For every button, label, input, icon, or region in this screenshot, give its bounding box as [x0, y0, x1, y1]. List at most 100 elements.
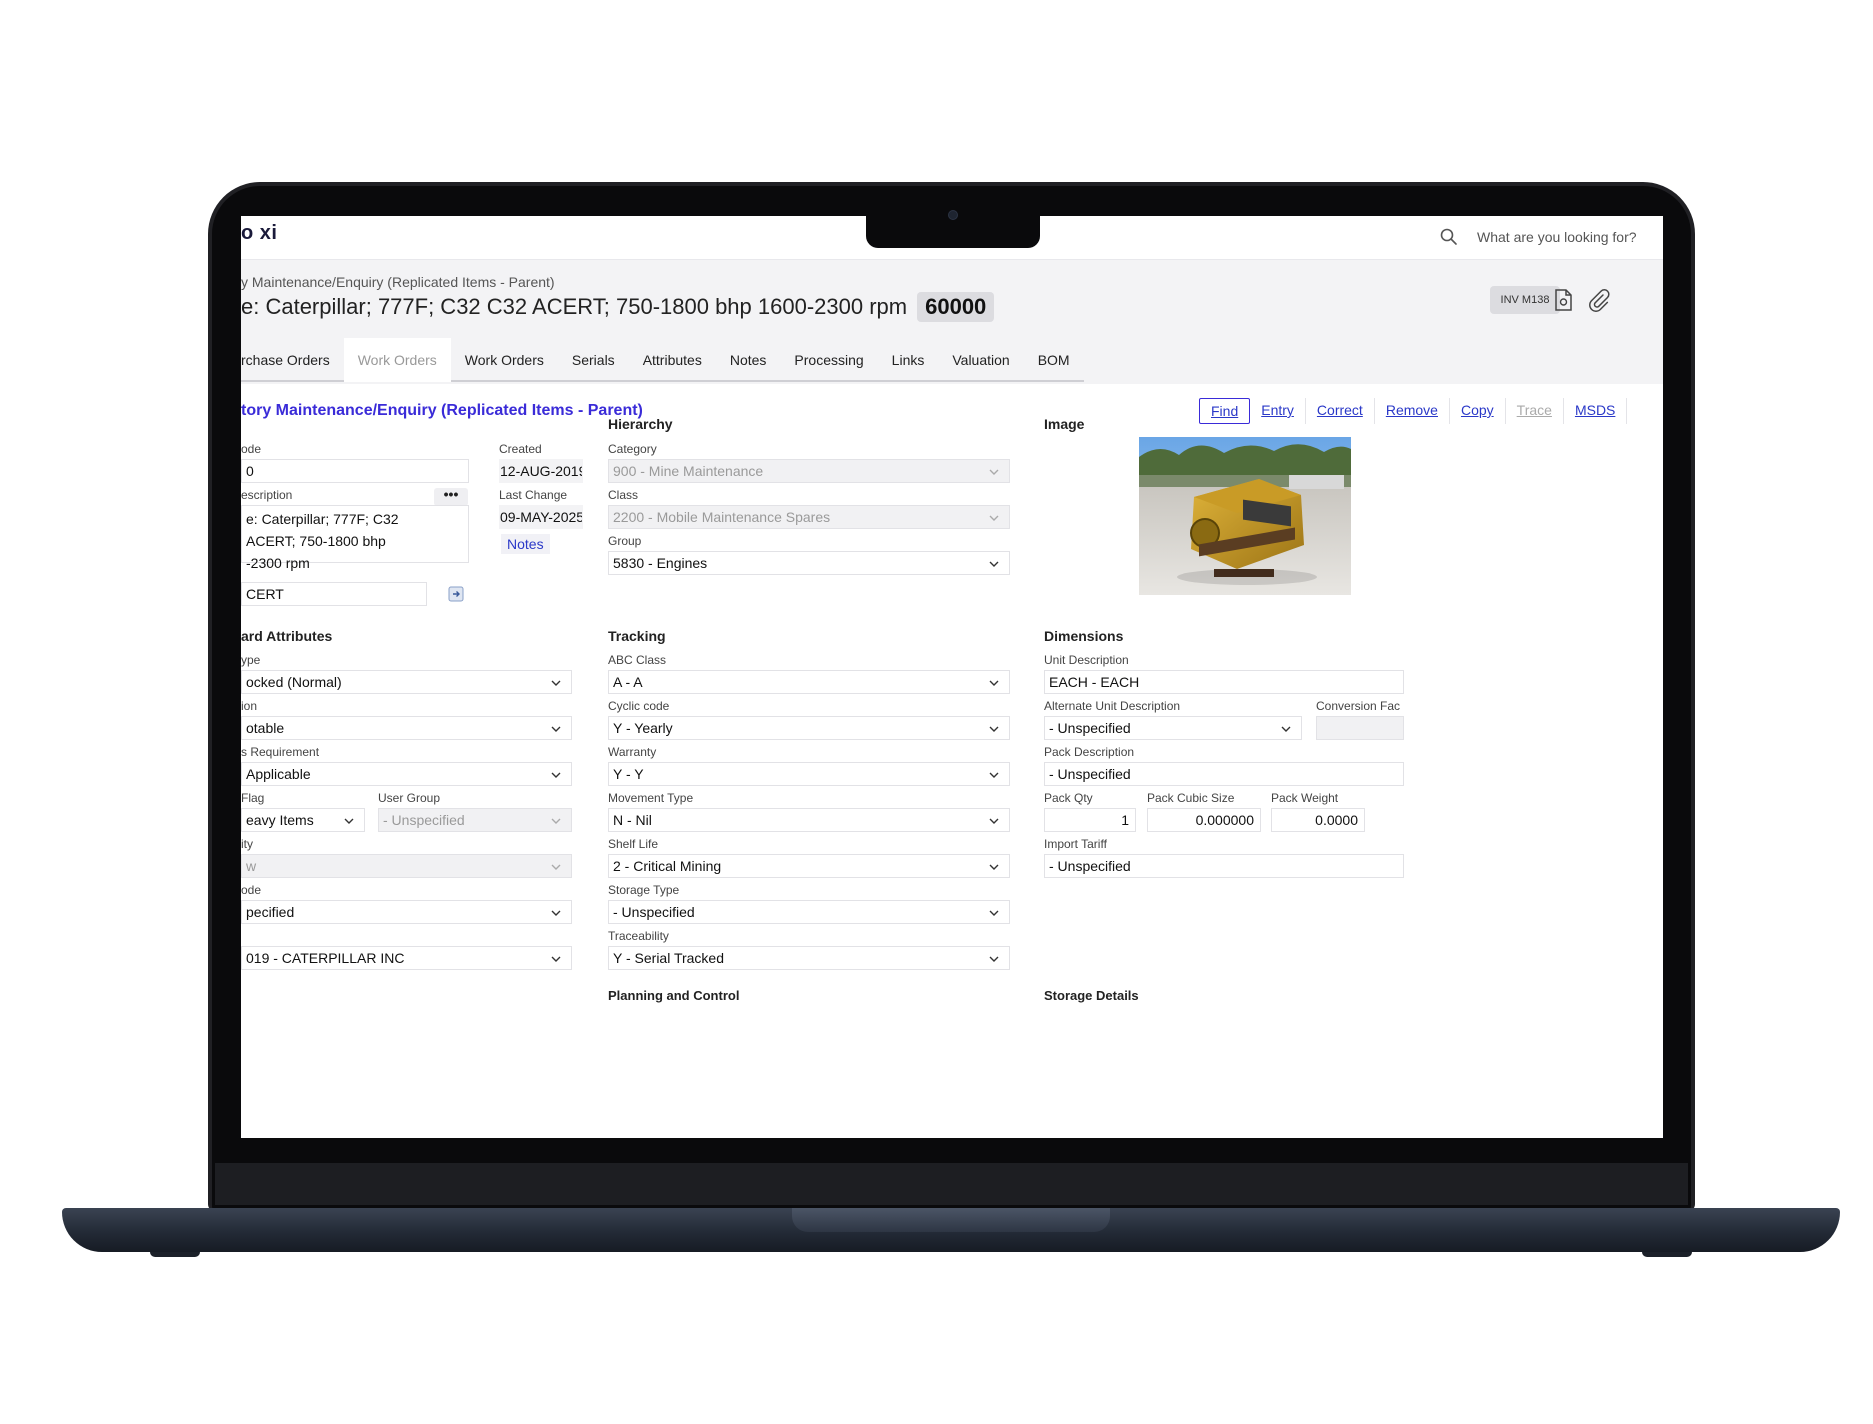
traceability-select[interactable]: Y - Serial Tracked — [608, 946, 1010, 970]
pack-qty-field[interactable]: 1 — [1044, 808, 1136, 832]
chevron-down-icon — [989, 864, 999, 870]
attachment-icon[interactable] — [1585, 287, 1611, 313]
ode-select[interactable]: pecified — [241, 900, 572, 924]
created-value: 12-AUG-2019 — [499, 459, 583, 483]
last-change-value: 09-MAY-2025 — [499, 505, 583, 529]
msds-button[interactable]: MSDS — [1564, 398, 1628, 424]
pack-qty-label: Pack Qty — [1044, 791, 1093, 805]
unit-description-label: Unit Description — [1044, 653, 1129, 667]
tab-valuation[interactable]: Valuation — [938, 338, 1024, 382]
chevron-down-icon — [551, 864, 561, 870]
traceability-value: Y - Serial Tracked — [613, 950, 725, 966]
chevron-down-icon — [551, 726, 561, 732]
remove-button[interactable]: Remove — [1375, 398, 1450, 424]
document-icon[interactable] — [1550, 287, 1576, 313]
requirement-value: Applicable — [246, 766, 311, 782]
pack-weight-label: Pack Weight — [1271, 791, 1339, 805]
movement-type-value: N - Nil — [613, 812, 652, 828]
movement-type-select[interactable]: N - Nil — [608, 808, 1010, 832]
cyclic-code-value: Y - Yearly — [613, 720, 673, 736]
dimensions-heading: Dimensions — [1044, 628, 1124, 644]
tab-bom[interactable]: BOM — [1023, 338, 1084, 382]
entry-button[interactable]: Entry — [1250, 398, 1306, 424]
ion-select[interactable]: otable — [241, 716, 572, 740]
storage-details-heading: Storage Details — [1044, 988, 1139, 1003]
group-select[interactable]: 5830 - Engines — [608, 551, 1010, 575]
app-logo[interactable]: o xi — [241, 222, 277, 245]
copy-button[interactable]: Copy — [1450, 398, 1506, 424]
unit-description-field[interactable]: EACH - EACH — [1044, 670, 1404, 694]
movement-type-label: Movement Type — [608, 791, 694, 805]
pack-cubic-label: Pack Cubic Size — [1147, 791, 1235, 805]
abc-class-label: ABC Class — [608, 653, 667, 667]
tab-work-orders-active[interactable]: Work Orders — [343, 338, 451, 382]
tab-purchase-orders[interactable]: rchase Orders — [241, 338, 344, 382]
short-description-field[interactable]: CERT — [241, 582, 427, 606]
laptop-foot-right — [1642, 1252, 1692, 1257]
storage-type-select[interactable]: - Unspecified — [608, 900, 1010, 924]
search-input[interactable] — [1477, 224, 1657, 250]
correct-button[interactable]: Correct — [1306, 398, 1375, 424]
search-icon[interactable] — [1439, 227, 1459, 247]
ion-label: ion — [241, 699, 258, 713]
description-label: escription — [241, 488, 293, 502]
tab-notes[interactable]: Notes — [715, 338, 781, 382]
ode-label: ode — [241, 883, 262, 897]
class-value: 2200 - Mobile Maintenance Spares — [613, 509, 831, 525]
tab-work-orders[interactable]: Work Orders — [450, 338, 558, 382]
abc-class-select[interactable]: A - A — [608, 670, 1010, 694]
breadcrumb[interactable]: y Maintenance/Enquiry (Replicated Items … — [241, 274, 555, 290]
alternate-unit-select[interactable]: - Unspecified — [1044, 716, 1302, 740]
pack-weight-field[interactable]: 0.0000 — [1271, 808, 1365, 832]
cyclic-code-select[interactable]: Y - Yearly — [608, 716, 1010, 740]
conversion-factor-field[interactable] — [1316, 716, 1404, 740]
ity-value: w — [246, 858, 257, 874]
more-button[interactable]: ••• — [434, 487, 468, 506]
flag-select[interactable]: eavy Items — [241, 808, 365, 832]
chevron-down-icon — [989, 515, 999, 521]
find-button[interactable]: Find — [1199, 398, 1251, 424]
supplier-select[interactable]: 019 - CATERPILLAR INC — [241, 946, 572, 970]
user-group-label: User Group — [378, 791, 441, 805]
trace-button[interactable]: Trace — [1506, 398, 1564, 424]
storage-type-label: Storage Type — [608, 883, 680, 897]
planning-heading: Planning and Control — [608, 988, 740, 1003]
import-tariff-field[interactable]: - Unspecified — [1044, 854, 1404, 878]
item-code-badge: 60000 — [917, 292, 995, 322]
group-label: Group — [608, 534, 642, 548]
notes-button[interactable]: Notes — [501, 534, 550, 554]
tab-links[interactable]: Links — [877, 338, 939, 382]
pack-cubic-field[interactable]: 0.000000 — [1147, 808, 1261, 832]
action-toolbar: Find Entry Correct Remove Copy Trace MSD… — [1199, 398, 1628, 424]
page-title: e: Caterpillar; 777F; C32 C32 ACERT; 750… — [241, 292, 995, 322]
description-field[interactable]: e: Caterpillar; 777F; C32 ACERT; 750-180… — [241, 505, 469, 571]
image-heading: Image — [1044, 416, 1085, 432]
tab-serials[interactable]: Serials — [557, 338, 629, 382]
shelf-life-value: 2 - Critical Mining — [613, 858, 722, 874]
form-title: tory Maintenance/Enquiry (Replicated Ite… — [241, 402, 643, 419]
requirement-select[interactable]: Applicable — [241, 762, 572, 786]
class-select[interactable]: 2200 - Mobile Maintenance Spares — [608, 505, 1010, 529]
ity-select[interactable]: w — [241, 854, 572, 878]
shelf-life-select[interactable]: 2 - Critical Mining — [608, 854, 1010, 878]
category-select[interactable]: 900 - Mine Maintenance — [608, 459, 1010, 483]
user-group-select[interactable]: - Unspecified — [378, 808, 572, 832]
type-value: ocked (Normal) — [246, 674, 342, 690]
alternate-unit-value: - Unspecified — [1049, 720, 1131, 736]
go-arrow-icon[interactable] — [448, 586, 464, 602]
hierarchy-heading: Hierarchy — [608, 416, 673, 432]
abc-class-value: A - A — [613, 674, 643, 690]
code-field[interactable]: 0 — [241, 459, 469, 483]
group-value: 5830 - Engines — [613, 555, 708, 571]
ion-value: otable — [246, 720, 285, 736]
traceability-label: Traceability — [608, 929, 669, 943]
user-group-value: - Unspecified — [383, 812, 465, 828]
alternate-unit-label: Alternate Unit Description — [1044, 699, 1181, 713]
tab-attributes[interactable]: Attributes — [628, 338, 716, 382]
warranty-select[interactable]: Y - Y — [608, 762, 1010, 786]
tab-processing[interactable]: Processing — [780, 338, 878, 382]
camera-icon — [948, 210, 958, 220]
type-select[interactable]: ocked (Normal) — [241, 670, 572, 694]
pack-description-field[interactable]: - Unspecified — [1044, 762, 1404, 786]
warranty-value: Y - Y — [613, 766, 644, 782]
